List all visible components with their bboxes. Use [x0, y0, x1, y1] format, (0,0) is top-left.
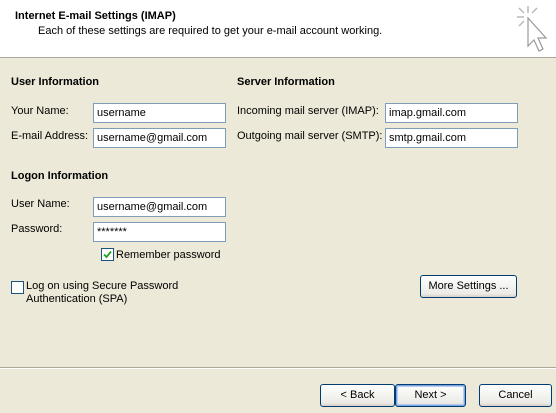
logon-information-heading: Logon Information	[11, 170, 109, 182]
server-information-heading: Server Information	[237, 76, 335, 88]
page-subtitle: Each of these settings are required to g…	[38, 25, 383, 37]
wizard-header: Internet E-mail Settings (IMAP) Each of …	[0, 0, 556, 58]
user-name-label: User Name:	[11, 198, 70, 210]
outgoing-server-label: Outgoing mail server (SMTP):	[237, 130, 383, 142]
email-address-label: E-mail Address:	[11, 130, 89, 142]
your-name-label: Your Name:	[11, 105, 69, 117]
more-settings-button[interactable]: More Settings ...	[420, 275, 517, 298]
page-title: Internet E-mail Settings (IMAP)	[15, 10, 176, 22]
incoming-server-field[interactable]: imap.gmail.com	[385, 103, 518, 123]
user-information-heading: User Information	[11, 76, 100, 88]
your-name-field[interactable]: username	[93, 103, 226, 123]
spa-label-line2: Authentication (SPA)	[26, 293, 128, 305]
user-name-field[interactable]: username@gmail.com	[93, 197, 226, 217]
back-button[interactable]: < Back	[320, 384, 395, 407]
cancel-button[interactable]: Cancel	[479, 384, 552, 407]
spa-checkbox[interactable]	[11, 281, 24, 294]
next-button[interactable]: Next >	[395, 384, 466, 407]
remember-password-label: Remember password	[116, 249, 221, 261]
checkmark-icon	[103, 250, 112, 259]
password-label: Password:	[11, 223, 63, 235]
remember-password-checkbox[interactable]	[101, 248, 114, 261]
spa-label-line1: Log on using Secure Password	[26, 280, 179, 292]
password-field[interactable]: *******	[93, 222, 226, 242]
cursor-click-icon	[517, 6, 548, 52]
incoming-server-label: Incoming mail server (IMAP):	[237, 105, 379, 117]
outgoing-server-field[interactable]: smtp.gmail.com	[385, 128, 518, 148]
email-address-field[interactable]: username@gmail.com	[93, 128, 226, 148]
separator	[0, 367, 556, 369]
